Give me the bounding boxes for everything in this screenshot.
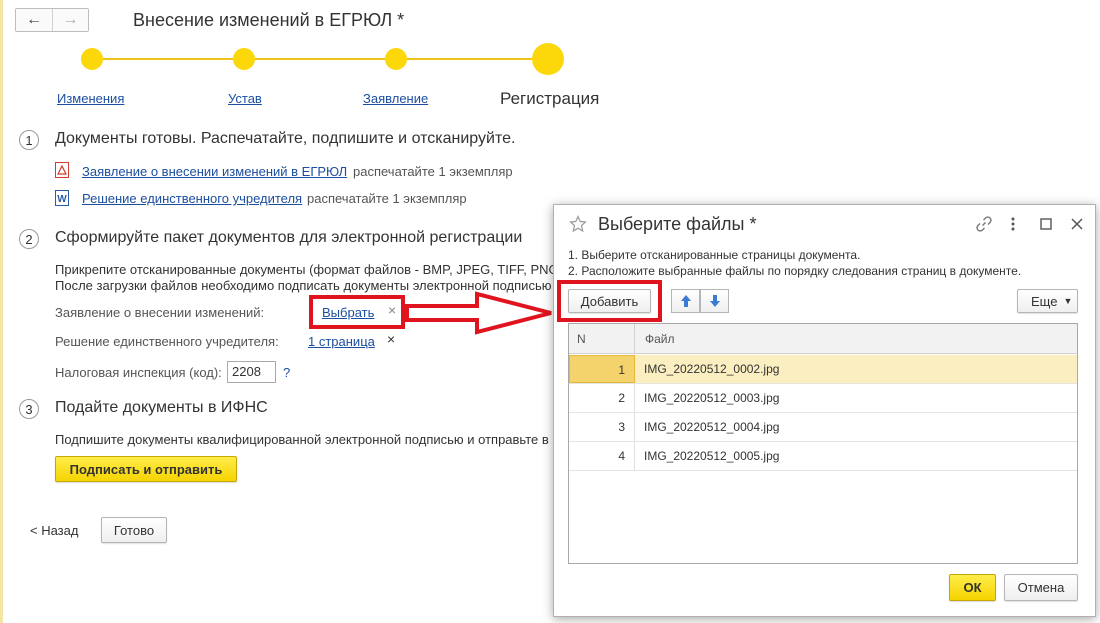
clear-decision-icon[interactable]: × [387, 331, 395, 347]
step-dot-changes[interactable] [81, 48, 103, 70]
arrow-icon [405, 291, 552, 335]
instruction-2: 2. Расположите выбранные файлы по порядк… [568, 264, 1022, 278]
more-label: Еще [1031, 293, 1058, 309]
move-up-button[interactable] [671, 289, 700, 313]
move-down-button[interactable] [700, 289, 729, 313]
row-number: 1 [569, 355, 635, 383]
tax-office-input[interactable]: 2208 [227, 361, 276, 383]
done-button[interactable]: Готово [101, 517, 167, 543]
row-number: 2 [569, 384, 635, 412]
arrow-up-icon [680, 295, 691, 307]
step-link-application[interactable]: Заявление [363, 91, 428, 106]
doc-note-decision: распечатайте 1 экземпляр [307, 191, 467, 206]
files-table: N Файл 1 IMG_20220512_0002.jpg 2 IMG_202… [568, 323, 1078, 564]
table-header: N Файл [569, 324, 1077, 354]
highlight-add-button [557, 280, 662, 322]
more-vertical-icon[interactable] [1009, 216, 1017, 232]
doc-link-application[interactable]: Заявление о внесении изменений в ЕГРЮЛ [82, 164, 347, 179]
step-dot-registration [532, 43, 564, 75]
step-link-charter[interactable]: Устав [228, 91, 262, 106]
help-icon[interactable]: ? [283, 365, 290, 380]
table-row[interactable]: 2 IMG_20220512_0003.jpg [569, 384, 1077, 413]
ok-button[interactable]: ОК [949, 574, 996, 601]
word-icon: W [55, 190, 69, 206]
doc-link-decision[interactable]: Решение единственного учредителя [82, 191, 302, 206]
instruction-1: 1. Выберите отсканированные страницы док… [568, 248, 861, 262]
tax-office-label: Налоговая инспекция (код): [55, 365, 222, 380]
step-dot-application[interactable] [385, 48, 407, 70]
link-icon[interactable] [975, 215, 993, 233]
select-files-dialog: Выберите файлы * 1. Выберите отсканирова… [553, 204, 1096, 617]
pdf-icon [55, 162, 69, 178]
row-number: 3 [569, 413, 635, 441]
field-decision-label: Решение единственного учредителя: [55, 334, 279, 349]
row-file-name: IMG_20220512_0002.jpg [644, 362, 780, 376]
back-arrow-icon[interactable]: ← [16, 9, 52, 31]
row-file-name: IMG_20220512_0004.jpg [644, 420, 780, 434]
step-number-2: 2 [19, 229, 39, 249]
row-file-name: IMG_20220512_0005.jpg [644, 449, 780, 463]
svg-text:W: W [57, 194, 67, 205]
stepper-line [92, 58, 548, 60]
step-number-3: 3 [19, 399, 39, 419]
field-application-label: Заявление о внесении изменений: [55, 305, 265, 320]
close-icon[interactable] [1070, 217, 1084, 231]
section2-title: Сформируйте пакет документов для электро… [55, 229, 523, 246]
table-row[interactable]: 4 IMG_20220512_0005.jpg [569, 442, 1077, 471]
section3-desc: Подпишите документы квалифицированной эл… [55, 432, 553, 447]
doc-note-application: распечатайте 1 экземпляр [353, 164, 513, 179]
table-row[interactable]: 3 IMG_20220512_0004.jpg [569, 413, 1077, 442]
column-n-header[interactable]: N [569, 324, 635, 354]
pages-link[interactable]: 1 страница [308, 334, 375, 349]
star-icon[interactable] [569, 215, 587, 233]
step-number-1: 1 [19, 130, 39, 150]
left-accent-strip [0, 0, 3, 623]
highlight-select-link [309, 295, 405, 329]
step-link-changes[interactable]: Изменения [57, 91, 124, 106]
section1-title: Документы готовы. Распечатайте, подпишит… [55, 130, 516, 147]
column-file-header[interactable]: Файл [645, 324, 675, 354]
dialog-title: Выберите файлы * [598, 214, 757, 234]
maximize-icon[interactable] [1040, 218, 1052, 230]
history-nav: ← → [15, 8, 89, 32]
row-file-name: IMG_20220512_0003.jpg [644, 391, 780, 405]
sign-and-send-button[interactable]: Подписать и отправить [55, 456, 237, 482]
more-dropdown[interactable]: Еще ▼ [1017, 289, 1078, 313]
page-title: Внесение изменений в ЕГРЮЛ * [133, 10, 405, 30]
step-label-registration: Регистрация [500, 89, 600, 108]
back-button[interactable]: < Назад [30, 523, 78, 538]
section3-title: Подайте документы в ИФНС [55, 399, 268, 416]
cancel-button[interactable]: Отмена [1004, 574, 1078, 601]
row-number: 4 [569, 442, 635, 470]
step-dot-charter[interactable] [233, 48, 255, 70]
dropdown-arrow-icon: ▼ [1063, 296, 1073, 306]
arrow-down-icon [709, 295, 720, 307]
table-row[interactable]: 1 IMG_20220512_0002.jpg [569, 355, 1077, 384]
section2-desc-1: Прикрепите отсканированные документы (фо… [55, 262, 553, 277]
forward-arrow-icon[interactable]: → [52, 9, 88, 31]
